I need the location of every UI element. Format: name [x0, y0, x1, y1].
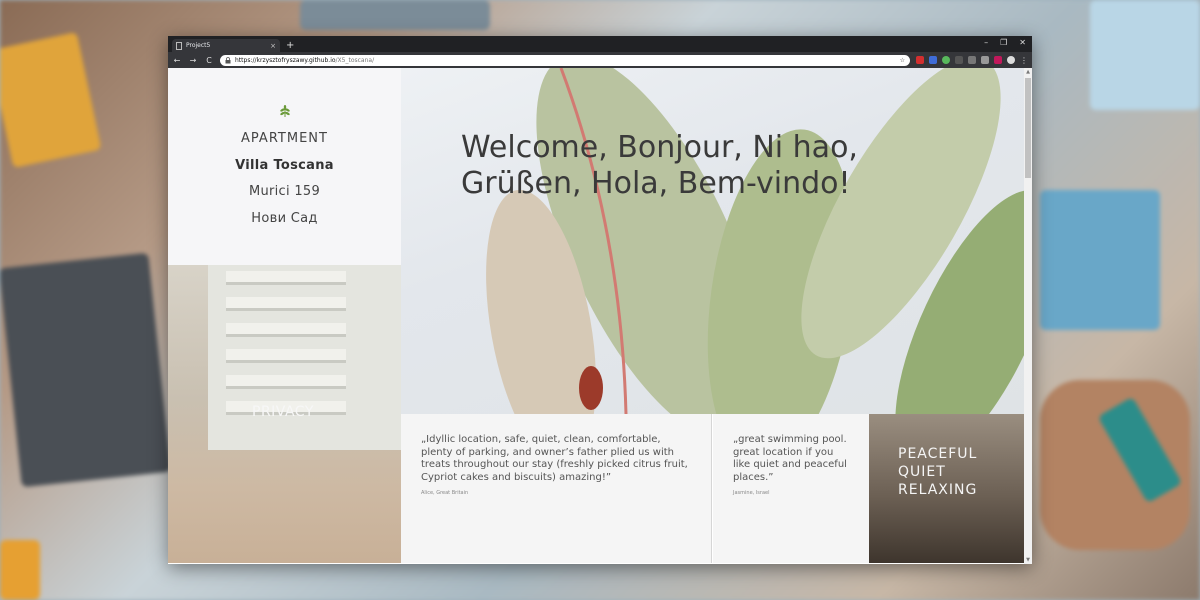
tab-bar: Project5 × + – ❐ ✕: [168, 36, 1032, 52]
page-content: APARTMENT Villa Toscana Murici 159 Нови …: [168, 68, 1032, 564]
welcome-line-2: Grüßen, Hola, Bem-vindo!: [461, 166, 851, 201]
address-panel: APARTMENT Villa Toscana Murici 159 Нови …: [168, 68, 401, 265]
hero-banner: Welcome, Bonjour, Ni hao, Grüßen, Hola, …: [401, 68, 1024, 414]
review-card: „Idyllic location, safe, quiet, clean, c…: [401, 414, 712, 563]
extension-icon[interactable]: [981, 56, 989, 64]
window-controls: – ❐ ✕: [984, 38, 1026, 47]
back-icon[interactable]: ←: [172, 56, 182, 65]
scroll-down-icon[interactable]: ▼: [1024, 556, 1032, 564]
city-name: Нови Сад: [251, 211, 318, 226]
villa-name: Villa Toscana: [235, 158, 334, 173]
lock-icon: [225, 56, 231, 63]
review-quote: „Idyllic location, safe, quiet, clean, c…: [421, 434, 688, 483]
welcome-line-1: Welcome, Bonjour, Ni hao,: [461, 130, 858, 165]
url-input[interactable]: https://krzysztofryszawy.github.io/X5_to…: [220, 54, 910, 66]
feature-quiet: QUIET: [898, 464, 946, 480]
page-icon: [176, 41, 182, 50]
feature-relaxing: RELAXING: [898, 482, 978, 498]
address-bar: ← → C https://krzysztofryszawy.github.io…: [168, 52, 1032, 68]
close-window-button[interactable]: ✕: [1019, 38, 1026, 47]
page-scrollbar[interactable]: ▲ ▼: [1024, 68, 1032, 564]
url-path: /X5_toscana/: [335, 56, 375, 64]
review-author: Jasmine, Israel: [733, 490, 770, 496]
scroll-up-icon[interactable]: ▲: [1024, 68, 1032, 76]
new-tab-button[interactable]: +: [286, 39, 294, 52]
tab-close-icon[interactable]: ×: [270, 42, 276, 50]
extension-icon[interactable]: [942, 56, 950, 64]
browser-window: Project5 × + – ❐ ✕ ← → C https://krzyszt…: [168, 36, 1032, 564]
review-author: Alice, Great Britain: [421, 490, 469, 496]
extensions-area: ⋮: [916, 56, 1028, 65]
apartment-label: APARTMENT: [241, 131, 328, 146]
scroll-thumb[interactable]: [1025, 78, 1031, 178]
maximize-button[interactable]: ❐: [1000, 38, 1007, 47]
review-quote: „great swimming pool. great location if …: [733, 434, 847, 483]
extension-icon[interactable]: [916, 56, 924, 64]
extension-icon[interactable]: [994, 56, 1002, 64]
welcome-heading: Welcome, Bonjour, Ni hao, Grüßen, Hola, …: [461, 130, 891, 202]
extension-icon[interactable]: [968, 56, 976, 64]
reload-icon[interactable]: C: [204, 56, 214, 65]
browser-tab[interactable]: Project5 ×: [172, 39, 280, 52]
browser-menu-icon[interactable]: ⋮: [1020, 56, 1028, 65]
privacy-tile[interactable]: PRIVACY: [168, 265, 401, 563]
forward-icon[interactable]: →: [188, 56, 198, 65]
extension-icon[interactable]: [955, 56, 963, 64]
tab-title: Project5: [186, 42, 211, 49]
extension-icon[interactable]: [929, 56, 937, 64]
url-host: https://krzysztofryszawy.github.io: [235, 56, 336, 64]
leaf-logo-icon: [280, 105, 290, 117]
review-card: „great swimming pool. great location if …: [713, 414, 869, 563]
feature-peaceful: PEACEFUL: [898, 446, 978, 462]
minimize-button[interactable]: –: [984, 38, 988, 47]
street-address: Murici 159: [248, 184, 321, 199]
profile-avatar[interactable]: [1007, 56, 1015, 64]
feature-tile[interactable]: PEACEFUL QUIET RELAXING: [869, 414, 1024, 563]
bookmark-star-icon[interactable]: ☆: [900, 57, 905, 64]
leaves-photo: [486, 68, 1024, 414]
privacy-label: PRIVACY: [252, 404, 314, 420]
